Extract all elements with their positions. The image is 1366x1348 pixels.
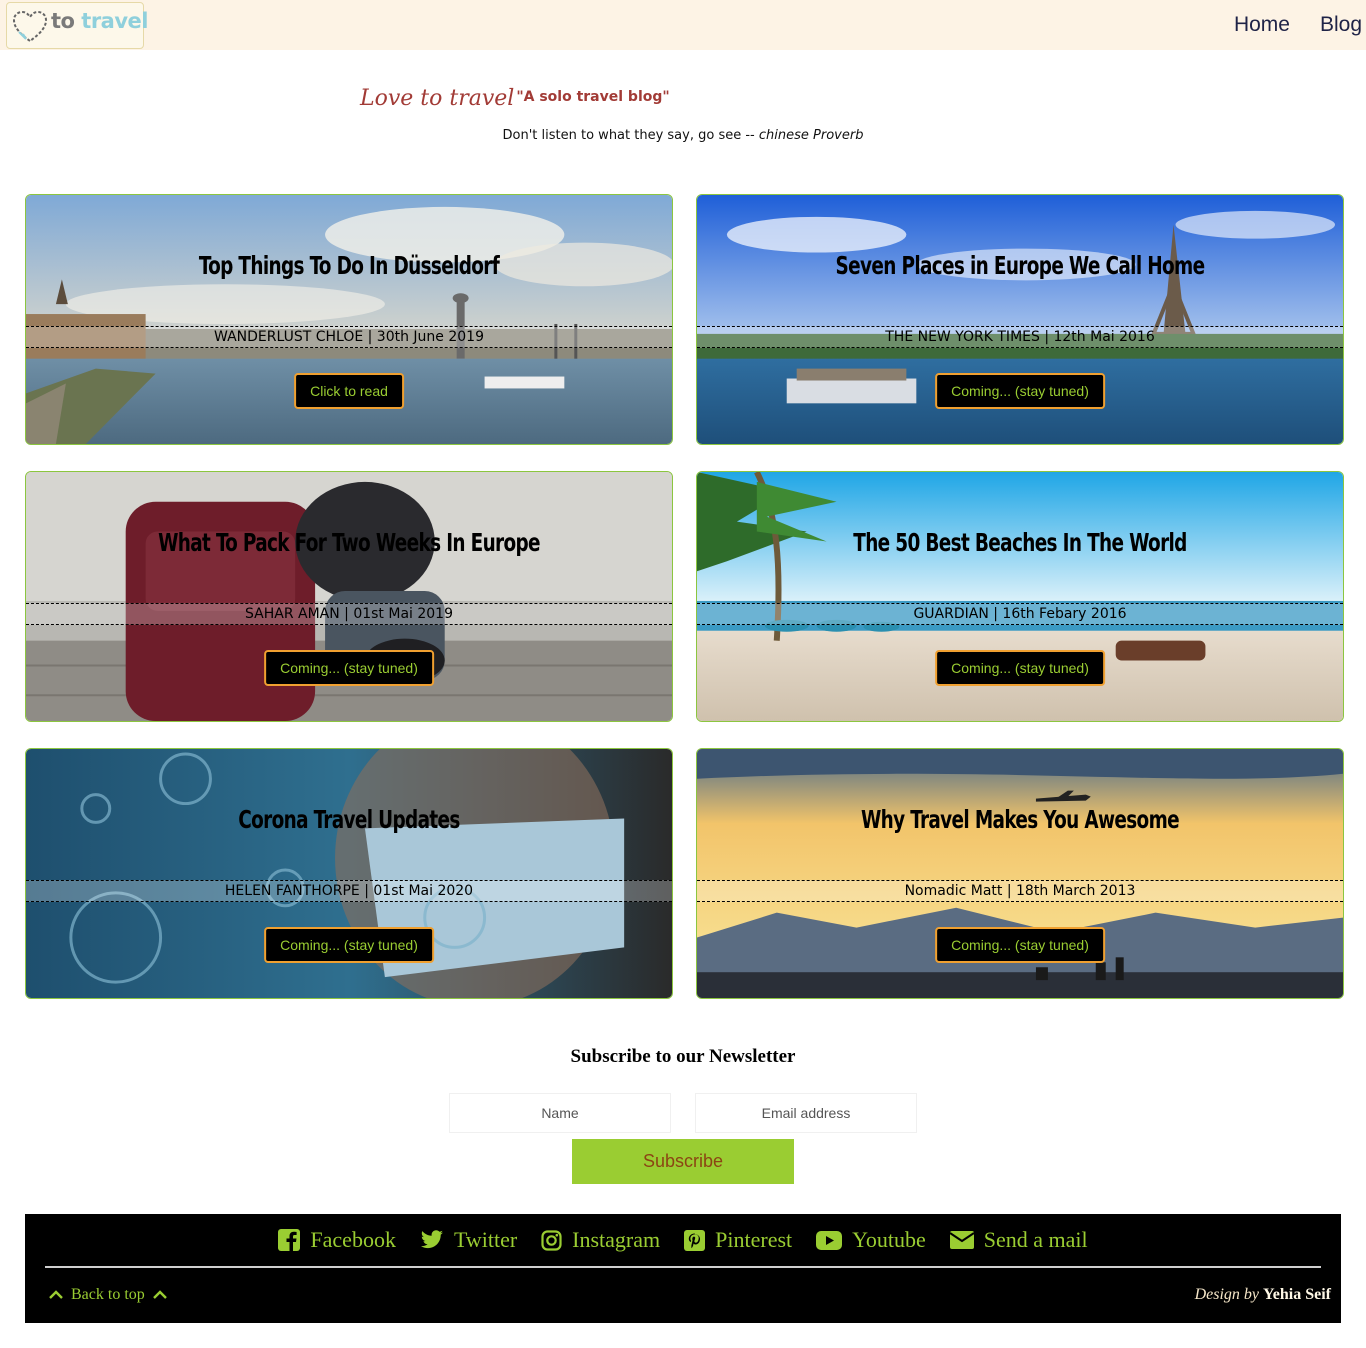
card-title: Top Things To Do In Düsseldorf	[198, 251, 500, 280]
subscribe-button[interactable]: Subscribe	[572, 1139, 794, 1184]
chevron-up-icon	[49, 1290, 63, 1299]
social-link-youtube[interactable]: Youtube	[816, 1227, 926, 1253]
social-link-facebook[interactable]: Facebook	[278, 1227, 396, 1253]
card-title: Corona Travel Updates	[238, 805, 460, 834]
card-meta: GUARDIAN | 16th Febary 2016	[697, 603, 1343, 625]
nav-blog-link[interactable]: Blog	[1320, 13, 1362, 37]
back-to-top-link[interactable]: Back to top	[49, 1286, 167, 1304]
nav-links: Home Blog	[1234, 13, 1362, 37]
newsletter-title: Subscribe to our Newsletter	[570, 1046, 796, 1067]
hero-quote: Don't listen to what they say, go see --…	[502, 128, 864, 143]
design-credit: Design by Yehia Seif	[1194, 1286, 1331, 1303]
top-navbar: to travel Home Blog	[0, 0, 1366, 50]
social-links: Facebook Twitter Instagram Pinterest You…	[25, 1227, 1341, 1253]
blog-card: Top Things To Do In Düsseldorf WANDERLUS…	[25, 194, 673, 445]
coming-soon-button[interactable]: Coming... (stay tuned)	[935, 927, 1105, 963]
card-meta: Nomadic Matt | 18th March 2013	[697, 880, 1343, 902]
card-meta: THE NEW YORK TIMES | 12th Mai 2016	[697, 326, 1343, 348]
site-logo[interactable]: to travel	[6, 2, 148, 49]
blog-card: What To Pack For Two Weeks In Europe SAH…	[25, 471, 673, 722]
hero-subtitle: "A solo travel blog"	[516, 89, 670, 105]
newsletter-email-input[interactable]	[695, 1093, 917, 1133]
blog-card: The 50 Best Beaches In The World GUARDIA…	[696, 471, 1344, 722]
read-article-button[interactable]: Click to read	[294, 373, 404, 409]
coming-soon-button[interactable]: Coming... (stay tuned)	[935, 373, 1105, 409]
hero-heading: Love to travel "A solo travel blog"	[360, 86, 670, 111]
social-link-mail[interactable]: Send a mail	[949, 1227, 1088, 1253]
quote-source: chinese Proverb	[758, 128, 864, 143]
social-link-twitter[interactable]: Twitter	[420, 1227, 517, 1253]
newsletter-name-input[interactable]	[449, 1093, 671, 1133]
blog-card: Why Travel Makes You Awesome Nomadic Mat…	[696, 748, 1344, 999]
site-footer: Facebook Twitter Instagram Pinterest You…	[25, 1214, 1341, 1323]
chevron-up-icon	[152, 1290, 167, 1299]
card-title: Seven Places in Europe We Call Home	[835, 251, 1206, 280]
card-meta: HELEN FANTHORPE | 01st Mai 2020	[26, 880, 672, 902]
heart-logo-icon	[12, 10, 48, 43]
blog-card: Corona Travel Updates HELEN FANTHORPE | …	[25, 748, 673, 999]
coming-soon-button[interactable]: Coming... (stay tuned)	[935, 650, 1105, 686]
twitter-icon	[420, 1230, 443, 1249]
social-link-instagram[interactable]: Instagram	[541, 1227, 660, 1253]
nav-home-link[interactable]: Home	[1234, 13, 1290, 37]
instagram-icon	[541, 1229, 562, 1251]
coming-soon-button[interactable]: Coming... (stay tuned)	[264, 650, 434, 686]
hero-brand: Love to travel	[360, 86, 515, 111]
card-title: What To Pack For Two Weeks In Europe	[158, 528, 541, 557]
footer-divider	[45, 1266, 1321, 1268]
pinterest-icon	[684, 1229, 706, 1251]
blog-card: Seven Places in Europe We Call Home THE …	[696, 194, 1344, 445]
card-meta: WANDERLUST CHLOE | 30th June 2019	[26, 326, 672, 348]
social-link-pinterest[interactable]: Pinterest	[684, 1227, 792, 1253]
card-title: Why Travel Makes You Awesome	[860, 805, 1180, 834]
card-title: The 50 Best Beaches In The World	[853, 528, 1187, 557]
card-meta: SAHAR AMAN | 01st Mai 2019	[26, 603, 672, 625]
designer-name: Yehia Seif	[1263, 1286, 1331, 1303]
logo-text: to travel	[51, 9, 148, 33]
facebook-icon	[278, 1229, 301, 1251]
coming-soon-button[interactable]: Coming... (stay tuned)	[264, 927, 434, 963]
mail-icon	[949, 1231, 974, 1249]
youtube-icon	[816, 1230, 843, 1250]
